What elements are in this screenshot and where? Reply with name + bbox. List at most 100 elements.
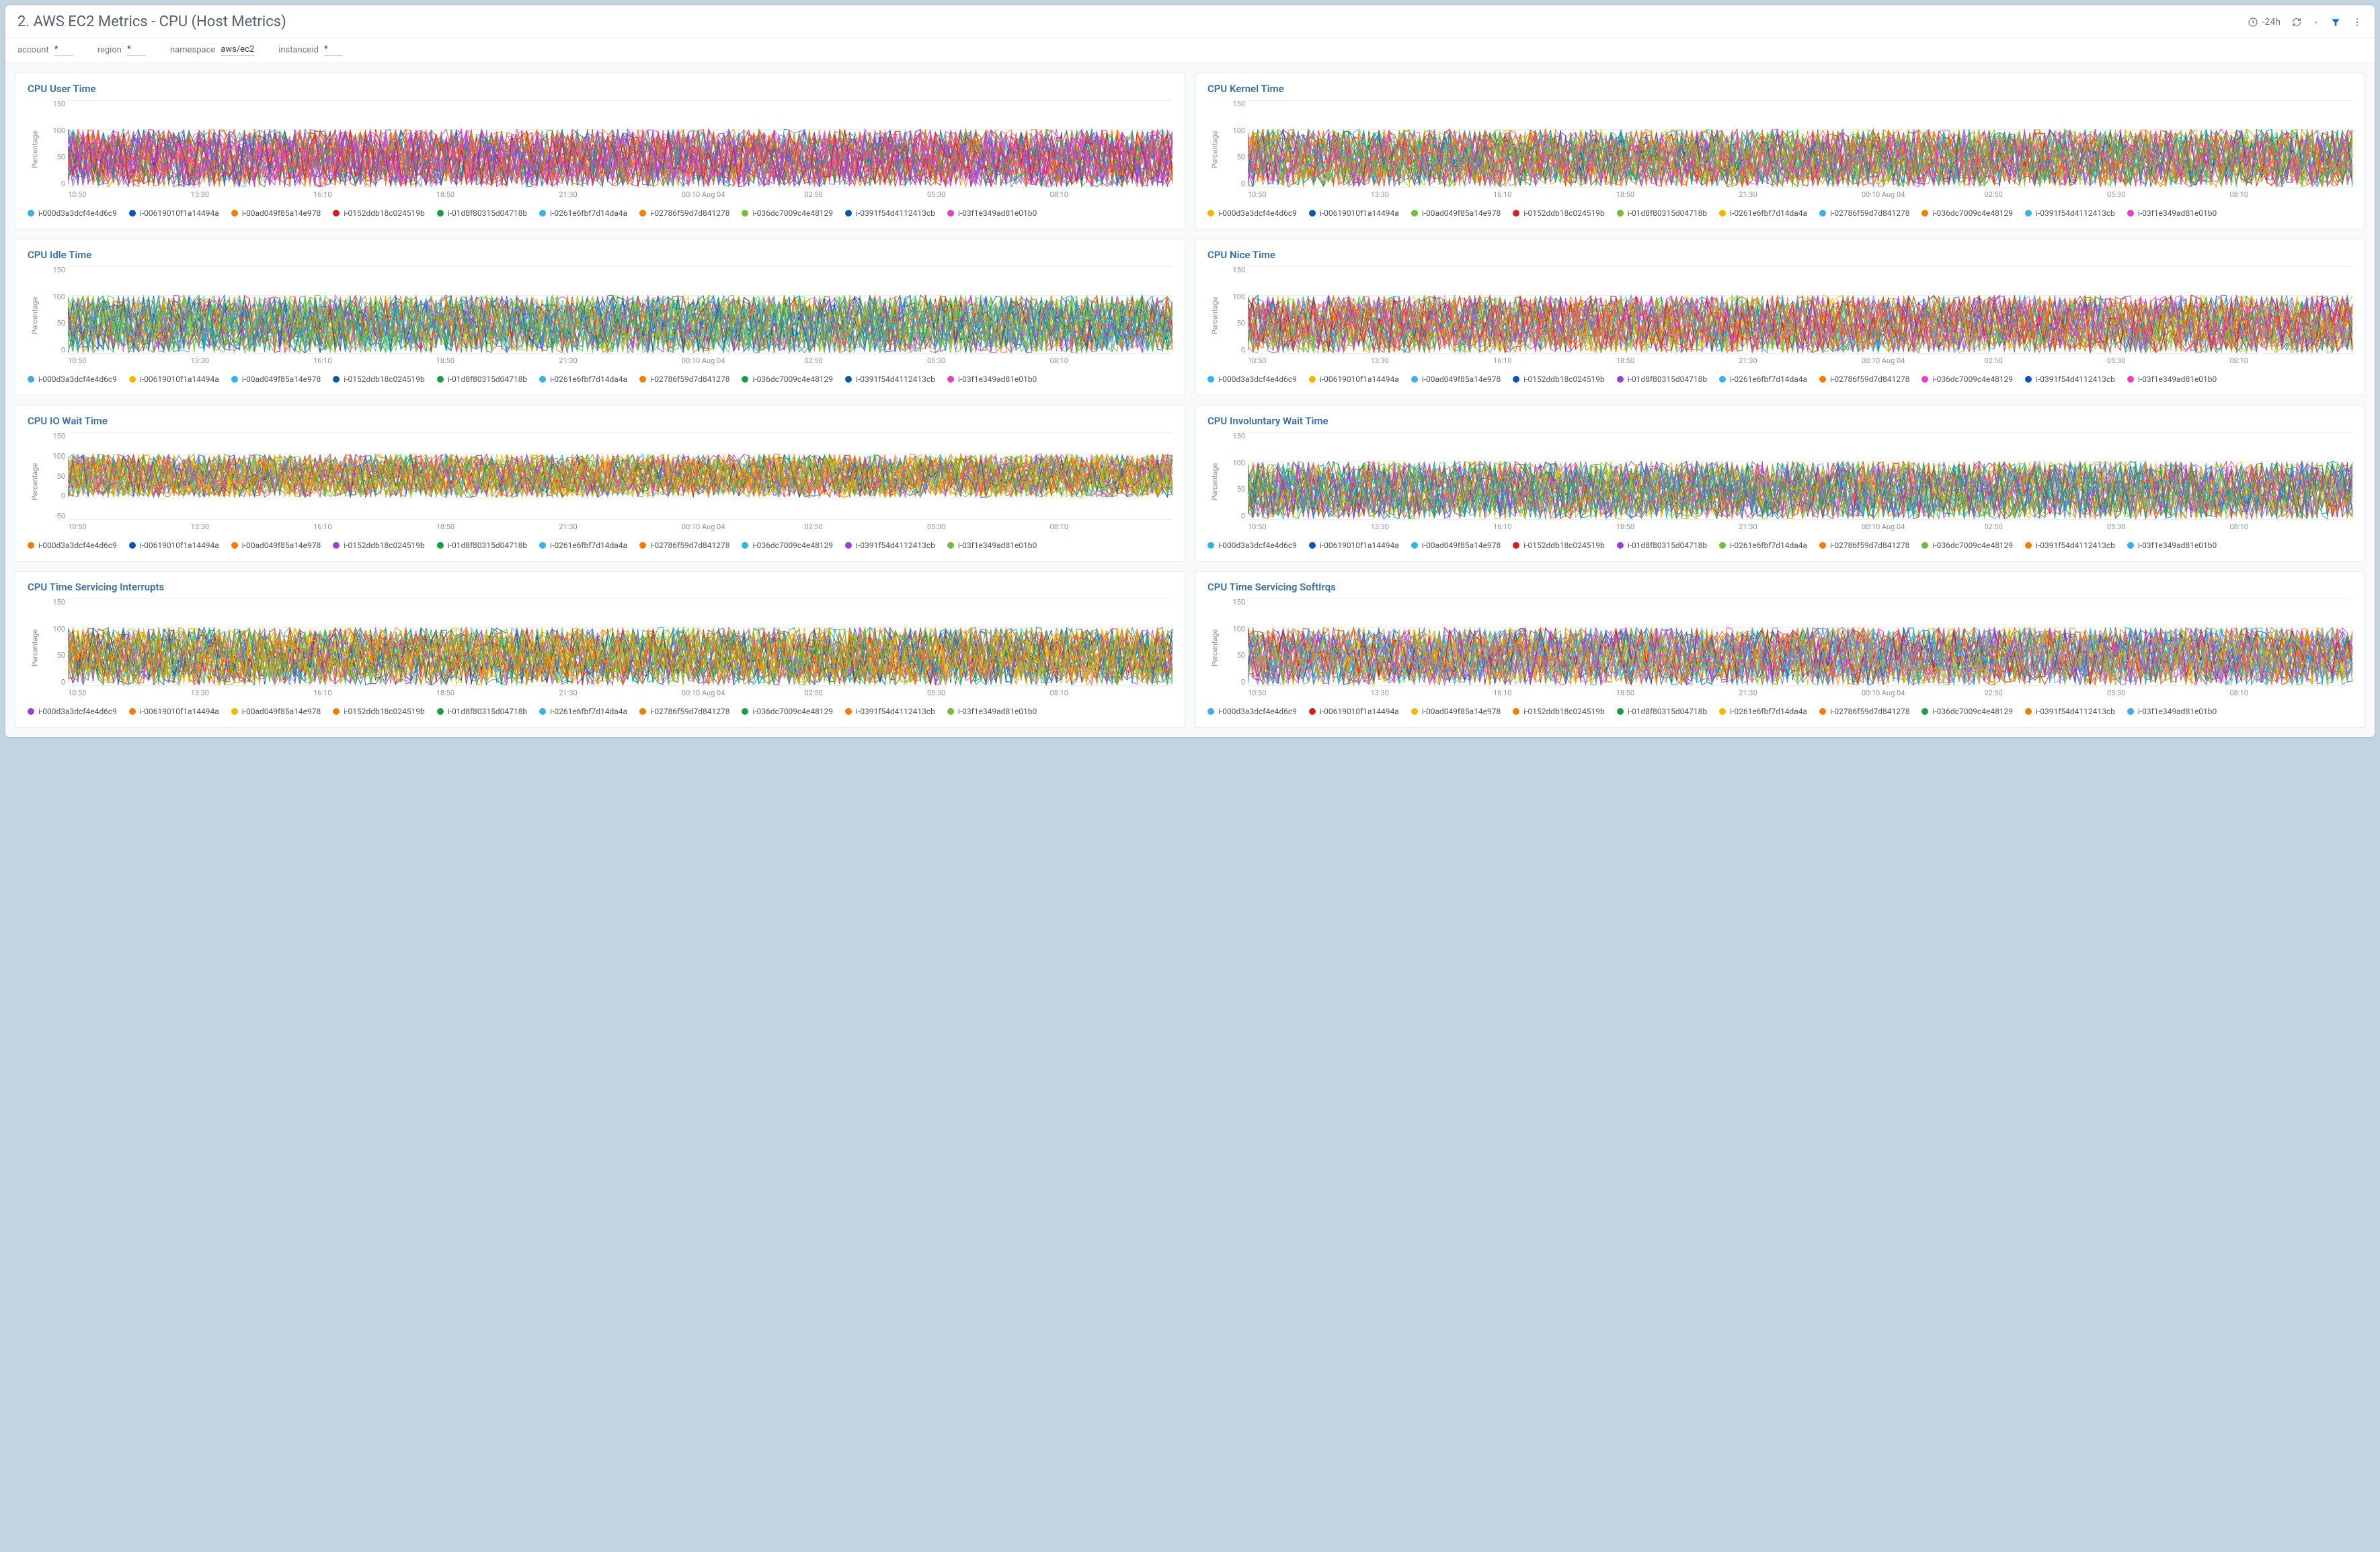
legend-item[interactable]: i-0152ddb18c024519b <box>1513 208 1604 218</box>
legend-item[interactable]: i-0261e6fbf7d14da4a <box>539 541 627 550</box>
legend-item[interactable]: i-000d3a3dcf4e4d6c9 <box>1207 208 1297 218</box>
legend-item[interactable]: i-0261e6fbf7d14da4a <box>539 375 627 384</box>
legend-item[interactable]: i-02786f59d7d841278 <box>639 541 729 550</box>
legend-item[interactable]: i-0391f54d4112413cb <box>2025 375 2115 384</box>
legend-item[interactable]: i-000d3a3dcf4e4d6c9 <box>1207 707 1297 716</box>
legend-item[interactable]: i-03f1e349ad81e01b0 <box>947 541 1037 550</box>
legend-item[interactable]: i-01d8f80315d04718b <box>437 375 527 384</box>
legend-item[interactable]: i-00ad049f85a14e978 <box>1411 707 1501 716</box>
legend-item[interactable]: i-00619010f1a14494a <box>1309 208 1399 218</box>
legend-item[interactable]: i-00ad049f85a14e978 <box>231 541 321 550</box>
legend-item[interactable]: i-00619010f1a14494a <box>129 375 219 384</box>
legend-item[interactable]: i-0152ddb18c024519b <box>333 208 424 218</box>
legend-item[interactable]: i-01d8f80315d04718b <box>437 707 527 716</box>
legend-item[interactable]: i-00ad049f85a14e978 <box>1411 208 1501 218</box>
legend-item[interactable]: i-000d3a3dcf4e4d6c9 <box>1207 541 1297 550</box>
refresh-dropdown-chevron-icon[interactable] <box>2313 19 2319 26</box>
legend-item[interactable]: i-02786f59d7d841278 <box>1819 375 1909 384</box>
legend-item[interactable]: i-000d3a3dcf4e4d6c9 <box>1207 375 1297 384</box>
legend-item[interactable]: i-00619010f1a14494a <box>1309 375 1399 384</box>
legend-item[interactable]: i-036dc7009c4e48129 <box>1921 707 2013 716</box>
time-range-picker[interactable]: -24h <box>2248 17 2280 28</box>
legend-item[interactable]: i-036dc7009c4e48129 <box>742 375 833 384</box>
legend-item[interactable]: i-0152ddb18c024519b <box>333 541 424 550</box>
legend-item[interactable]: i-0152ddb18c024519b <box>1513 707 1604 716</box>
legend-item[interactable]: i-0391f54d4112413cb <box>845 208 935 218</box>
legend-item[interactable]: i-03f1e349ad81e01b0 <box>2127 375 2217 384</box>
legend-item[interactable]: i-00619010f1a14494a <box>1309 541 1399 550</box>
legend-item[interactable]: i-03f1e349ad81e01b0 <box>2127 208 2217 218</box>
legend-item[interactable]: i-00ad049f85a14e978 <box>231 375 321 384</box>
legend-item[interactable]: i-0261e6fbf7d14da4a <box>539 208 627 218</box>
legend-item[interactable]: i-00619010f1a14494a <box>129 541 219 550</box>
filter-account[interactable]: account* <box>17 44 73 56</box>
legend-item[interactable]: i-01d8f80315d04718b <box>1617 541 1707 550</box>
legend-item[interactable]: i-00ad049f85a14e978 <box>231 707 321 716</box>
legend-item[interactable]: i-000d3a3dcf4e4d6c9 <box>28 375 117 384</box>
chart-plot[interactable] <box>1248 432 2352 520</box>
legend-item[interactable]: i-036dc7009c4e48129 <box>1921 375 2013 384</box>
legend-item[interactable]: i-03f1e349ad81e01b0 <box>2127 541 2217 550</box>
chart-plot[interactable] <box>68 100 1173 188</box>
legend-item[interactable]: i-03f1e349ad81e01b0 <box>947 375 1037 384</box>
kebab-menu-icon[interactable] <box>2352 17 2363 28</box>
legend-item[interactable]: i-036dc7009c4e48129 <box>1921 541 2013 550</box>
legend-item[interactable]: i-000d3a3dcf4e4d6c9 <box>28 707 117 716</box>
legend-item[interactable]: i-02786f59d7d841278 <box>639 707 729 716</box>
legend-item[interactable]: i-0152ddb18c024519b <box>1513 375 1604 384</box>
filter-icon[interactable] <box>2330 17 2341 28</box>
legend-item[interactable]: i-02786f59d7d841278 <box>1819 707 1909 716</box>
legend-item[interactable]: i-0261e6fbf7d14da4a <box>1719 375 1807 384</box>
legend-item[interactable]: i-0391f54d4112413cb <box>2025 541 2115 550</box>
legend-item[interactable]: i-0152ddb18c024519b <box>1513 541 1604 550</box>
legend-item[interactable]: i-036dc7009c4e48129 <box>742 208 833 218</box>
legend-item[interactable]: i-02786f59d7d841278 <box>639 208 729 218</box>
legend-item[interactable]: i-0261e6fbf7d14da4a <box>1719 208 1807 218</box>
legend-item[interactable]: i-000d3a3dcf4e4d6c9 <box>28 541 117 550</box>
chart-plot[interactable] <box>1248 598 2352 686</box>
legend-item[interactable]: i-036dc7009c4e48129 <box>742 707 833 716</box>
legend-item[interactable]: i-0152ddb18c024519b <box>333 375 424 384</box>
legend-swatch <box>2127 708 2134 715</box>
filter-region[interactable]: region* <box>97 44 146 56</box>
legend-item[interactable]: i-0261e6fbf7d14da4a <box>1719 707 1807 716</box>
legend-item[interactable]: i-00619010f1a14494a <box>129 208 219 218</box>
legend-item[interactable]: i-000d3a3dcf4e4d6c9 <box>28 208 117 218</box>
legend-item[interactable]: i-00ad049f85a14e978 <box>1411 541 1501 550</box>
legend-item[interactable]: i-02786f59d7d841278 <box>1819 208 1909 218</box>
legend-item[interactable]: i-0152ddb18c024519b <box>333 707 424 716</box>
legend-item[interactable]: i-03f1e349ad81e01b0 <box>947 707 1037 716</box>
legend-item[interactable]: i-00619010f1a14494a <box>129 707 219 716</box>
chart-plot[interactable] <box>1248 266 2352 354</box>
legend-item[interactable]: i-0391f54d4112413cb <box>2025 707 2115 716</box>
legend-item[interactable]: i-01d8f80315d04718b <box>1617 375 1707 384</box>
legend-item[interactable]: i-0391f54d4112413cb <box>845 375 935 384</box>
legend-item[interactable]: i-03f1e349ad81e01b0 <box>947 208 1037 218</box>
legend-item[interactable]: i-0391f54d4112413cb <box>845 707 935 716</box>
legend-item[interactable]: i-0391f54d4112413cb <box>2025 208 2115 218</box>
legend-item[interactable]: i-03f1e349ad81e01b0 <box>2127 707 2217 716</box>
legend-item[interactable]: i-036dc7009c4e48129 <box>1921 208 2013 218</box>
chart-plot[interactable] <box>68 598 1173 686</box>
legend-item[interactable]: i-02786f59d7d841278 <box>639 375 729 384</box>
legend-item[interactable]: i-00ad049f85a14e978 <box>1411 375 1501 384</box>
legend-item[interactable]: i-01d8f80315d04718b <box>1617 208 1707 218</box>
legend-item[interactable]: i-036dc7009c4e48129 <box>742 541 833 550</box>
chart-plot[interactable] <box>1248 100 2352 188</box>
y-tick: 100 <box>52 453 65 460</box>
legend-item[interactable]: i-01d8f80315d04718b <box>437 208 527 218</box>
chart-plot[interactable] <box>68 266 1173 354</box>
legend-item[interactable]: i-00ad049f85a14e978 <box>231 208 321 218</box>
legend-item[interactable]: i-0261e6fbf7d14da4a <box>1719 541 1807 550</box>
x-tick: 21:30 <box>559 522 682 531</box>
legend-item[interactable]: i-01d8f80315d04718b <box>1617 707 1707 716</box>
legend-item[interactable]: i-02786f59d7d841278 <box>1819 541 1909 550</box>
legend-item[interactable]: i-0261e6fbf7d14da4a <box>539 707 627 716</box>
legend-item[interactable]: i-00619010f1a14494a <box>1309 707 1399 716</box>
refresh-icon[interactable] <box>2291 17 2302 28</box>
filter-namespace[interactable]: namespaceaws/ec2 <box>170 44 254 56</box>
filter-instanceid[interactable]: instanceid* <box>278 44 343 56</box>
legend-item[interactable]: i-01d8f80315d04718b <box>437 541 527 550</box>
legend-item[interactable]: i-0391f54d4112413cb <box>845 541 935 550</box>
chart-plot[interactable] <box>68 432 1173 520</box>
